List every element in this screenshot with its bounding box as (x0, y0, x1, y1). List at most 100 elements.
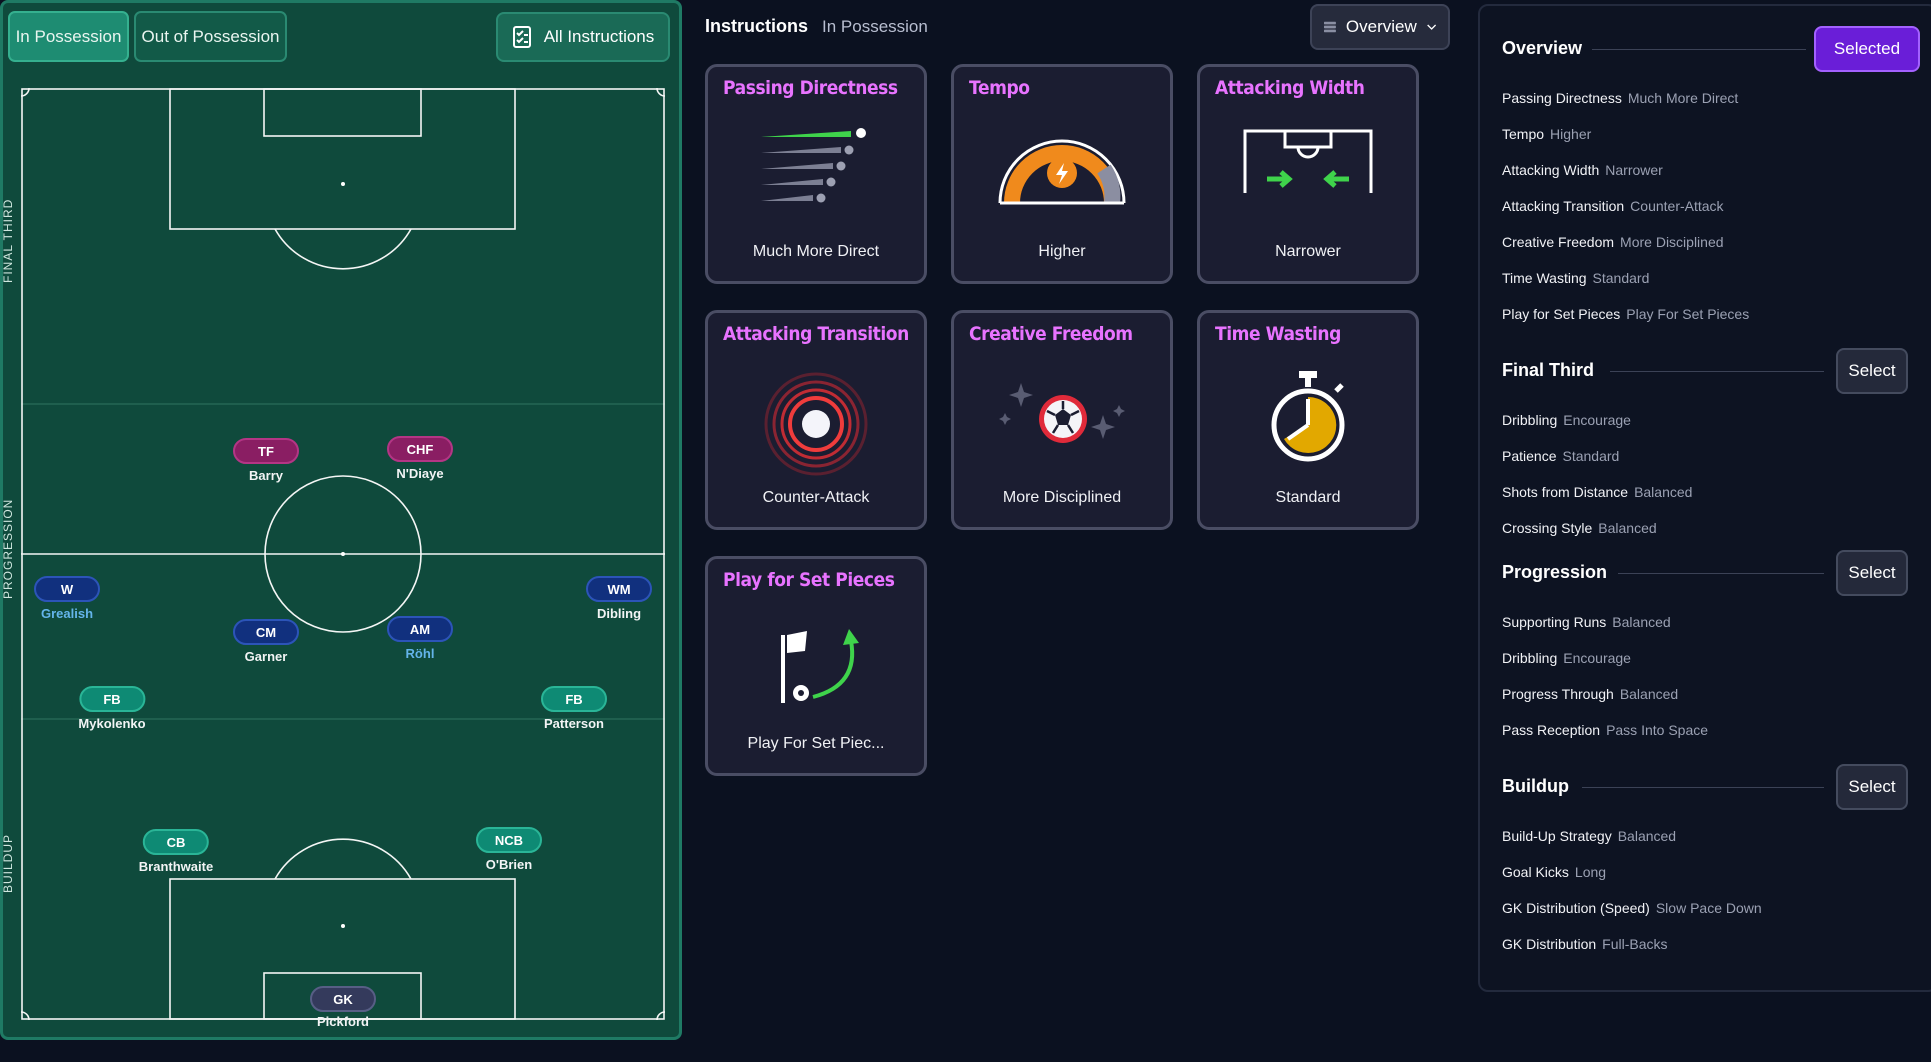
player-patterson[interactable]: FB Patterson (541, 686, 607, 731)
card-title: Attacking Width (1215, 77, 1365, 99)
position-chip[interactable]: TF (233, 438, 299, 464)
player-dibling[interactable]: WM Dibling (586, 576, 652, 621)
player-name: Röhl (405, 646, 435, 661)
checklist-icon (512, 26, 531, 48)
card-creative-freedom[interactable]: Creative Freedom More Disciplined (951, 310, 1173, 530)
overview-row: Attacking Width Narrower (1502, 162, 1663, 178)
pitch-markings (21, 88, 665, 1020)
overview-row: Time Wasting Standard (1502, 270, 1650, 286)
position-chip[interactable]: FB (79, 686, 145, 712)
chevron-down-icon (1426, 24, 1436, 30)
position-chip[interactable]: W (34, 576, 100, 602)
progression-select-button[interactable]: Select (1836, 550, 1908, 596)
section-final-third-title: Final Third (1502, 360, 1594, 380)
player-grealish[interactable]: W Grealish (34, 576, 100, 621)
card-time-wasting[interactable]: Time Wasting Standard (1197, 310, 1419, 530)
position-chip[interactable]: FB (541, 686, 607, 712)
buildup-row: Build-Up Strategy Balanced (1502, 828, 1677, 844)
divider (1610, 371, 1824, 372)
progression-row: Pass Reception Pass Into Space (1502, 722, 1709, 738)
card-value: Much More Direct (752, 243, 880, 260)
player-branthwaite[interactable]: CB Branthwaite (139, 829, 213, 874)
player-name: Grealish (40, 606, 94, 621)
view-dropdown[interactable]: Overview (1310, 4, 1450, 50)
card-title: Creative Freedom (969, 323, 1133, 345)
progression-row: Progress Through Balanced (1502, 686, 1679, 702)
zone-label-buildup: BUILDUP (1, 833, 15, 893)
card-value: Counter-Attack (762, 489, 870, 506)
final-third-select-button[interactable]: Select (1836, 348, 1908, 394)
all-instructions-label: All Instructions (543, 27, 655, 46)
buildup-row: GK Distribution (Speed) Slow Pace Down (1502, 900, 1762, 916)
football-sparkle-icon (999, 383, 1125, 443)
card-title: Tempo (969, 77, 1030, 99)
section-progression-title: Progression (1502, 562, 1608, 582)
overview-panel: Overview Selected Passing Directness Much… (1478, 4, 1931, 992)
buildup-row: Goal Kicks Long (1502, 864, 1607, 880)
passing-directness-icon (761, 128, 866, 203)
player-name: Pickford (316, 1014, 369, 1029)
overview-row: Attacking Transition Counter-Attack (1502, 198, 1724, 214)
card-attacking-transition[interactable]: Attacking Transition Counter-Attack (705, 310, 927, 530)
position-chip[interactable]: GK (310, 986, 376, 1012)
section-overview-title: Overview (1502, 38, 1583, 58)
overview-row: Play for Set Pieces Play For Set Pieces (1502, 306, 1750, 322)
overview-row: Creative Freedom More Disciplined (1502, 234, 1724, 250)
final-third-row: Shots from Distance Balanced (1502, 484, 1693, 500)
target-rings-icon (764, 372, 868, 476)
card-value: Play For Set Piec... (747, 735, 885, 752)
player-name: Garner (244, 649, 288, 664)
card-passing-directness[interactable]: Passing Directness Much More Direct (705, 64, 927, 284)
zone-label-final-third: FINAL THIRD (1, 198, 15, 283)
dropdown-label: Overview (1345, 17, 1417, 36)
player-name: N'Diaye (396, 466, 444, 481)
position-chip[interactable]: AM (387, 616, 453, 642)
card-title: Passing Directness (723, 77, 898, 99)
position-chip[interactable]: CHF (387, 436, 453, 462)
card-value: Higher (1038, 243, 1086, 260)
player-name: Mykolenko (78, 716, 146, 731)
player-ndiaye[interactable]: CHF N'Diaye (387, 436, 453, 481)
card-title: Play for Set Pieces (723, 569, 895, 591)
player-barry[interactable]: TF Barry (233, 438, 299, 483)
card-title: Attacking Transition (723, 323, 909, 345)
pitch-panel: In Possession Out of Possession All Inst… (0, 0, 682, 1040)
instructions-title: Instructions (705, 16, 809, 36)
zone-label-progression: PROGRESSION (1, 498, 15, 599)
tab-in-possession[interactable]: In Possession (8, 11, 129, 62)
all-instructions-button[interactable]: All Instructions (496, 12, 670, 62)
overview-row: Tempo Higher (1502, 126, 1592, 142)
list-icon (1324, 21, 1336, 33)
attacking-width-icon (1243, 129, 1373, 193)
position-chip[interactable]: WM (586, 576, 652, 602)
position-chip[interactable]: CB (143, 829, 209, 855)
player-name: Dibling (596, 606, 642, 621)
position-chip[interactable]: NCB (476, 827, 542, 853)
corner-flag-icon (781, 629, 859, 703)
card-value: Standard (1275, 489, 1341, 506)
player-mykolenko[interactable]: FB Mykolenko (78, 686, 146, 731)
divider (1618, 573, 1824, 574)
final-third-row: Crossing Style Balanced (1502, 520, 1657, 536)
position-chip[interactable]: CM (233, 619, 299, 645)
player-rohl[interactable]: AM Röhl (387, 616, 453, 661)
card-attacking-width[interactable]: Attacking Width Narrower (1197, 64, 1419, 284)
player-garner[interactable]: CM Garner (233, 619, 299, 664)
card-tempo[interactable]: Tempo Higher (951, 64, 1173, 284)
stopwatch-icon (1271, 371, 1345, 462)
card-play-for-set-pieces[interactable]: Play for Set Pieces Play For Set Piec... (705, 556, 927, 776)
overview-selected-button[interactable]: Selected (1814, 26, 1920, 72)
card-value: More Disciplined (1002, 489, 1122, 506)
player-obrien[interactable]: NCB O'Brien (476, 827, 542, 872)
buildup-select-button[interactable]: Select (1836, 764, 1908, 810)
overview-row: Passing Directness Much More Direct (1502, 90, 1739, 106)
card-title: Time Wasting (1215, 323, 1341, 345)
divider (1592, 49, 1806, 50)
tab-out-of-possession[interactable]: Out of Possession (134, 11, 287, 62)
instructions-subtitle: In Possession (822, 17, 928, 36)
player-name: Barry (249, 468, 283, 483)
player-pickford[interactable]: GK Pickford (310, 986, 376, 1029)
progression-row: Supporting Runs Balanced (1502, 614, 1671, 630)
divider (1582, 787, 1824, 788)
section-buildup-title: Buildup (1502, 776, 1569, 796)
